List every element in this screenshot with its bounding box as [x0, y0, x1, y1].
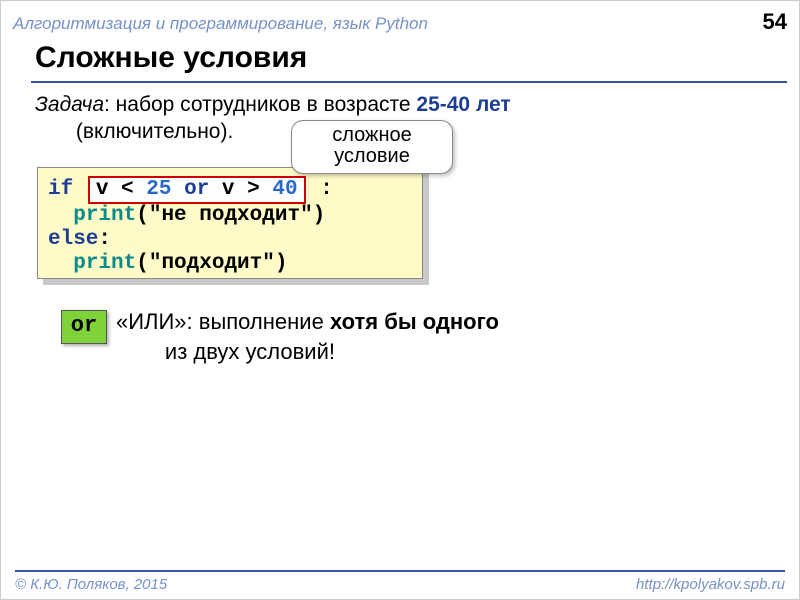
or-line1a: «ИЛИ»: выполнение	[116, 309, 330, 334]
var-v1: v	[96, 178, 109, 201]
colon1: :	[320, 178, 333, 201]
str1: "не подходит"	[149, 204, 313, 227]
task-range: 25-40 лет	[416, 93, 510, 116]
kw-if: if	[48, 178, 73, 201]
footer-left: © К.Ю. Поляков, 2015	[15, 576, 167, 593]
or-badge: or	[61, 310, 107, 344]
var-v2: v	[222, 178, 235, 201]
header-bar: Алгоритмизация и программирование, язык …	[13, 9, 787, 35]
callout-line2: условие	[334, 145, 410, 167]
footer-right: http://kpolyakov.spb.ru	[636, 576, 785, 593]
code-box: if v < 25 or v > 40 : print("не подходит…	[37, 167, 423, 279]
fn-print2: print	[73, 252, 136, 275]
paren3: (	[136, 252, 149, 275]
header-subject: Алгоритмизация и программирование, язык …	[13, 14, 428, 34]
callout-line1: сложное	[332, 124, 411, 146]
paren4: )	[275, 252, 288, 275]
footer: © К.Ю. Поляков, 2015 http://kpolyakov.sp…	[15, 570, 785, 593]
or-line1b: хотя бы одного	[330, 309, 499, 334]
colon2: :	[98, 228, 111, 251]
title-rule	[31, 81, 787, 83]
slide: Алгоритмизация и программирование, язык …	[0, 0, 800, 600]
page-title: Сложные условия	[35, 41, 307, 75]
callout: сложное условие	[291, 120, 453, 174]
or-line2: из двух условий!	[165, 339, 335, 364]
or-explanation: «ИЛИ»: выполнение хотя бы одного из двух…	[116, 307, 756, 366]
task-body-before: : набор сотрудников в возрасте	[104, 93, 416, 116]
paren2: )	[313, 204, 326, 227]
str2: "подходит"	[149, 252, 275, 275]
page-number: 54	[763, 9, 787, 35]
kw-else: else	[48, 228, 98, 251]
task-label: Задача	[35, 93, 104, 116]
op-gt: >	[247, 178, 260, 201]
task-body-after: (включительно).	[70, 120, 233, 143]
num-40: 40	[272, 178, 297, 201]
op-lt: <	[121, 178, 134, 201]
condition-box: v < 25 or v > 40	[88, 176, 306, 204]
paren1: (	[136, 204, 149, 227]
kw-or: or	[184, 178, 209, 201]
fn-print1: print	[73, 204, 136, 227]
code: if v < 25 or v > 40 : print("не подходит…	[48, 176, 412, 277]
num-25: 25	[146, 178, 171, 201]
